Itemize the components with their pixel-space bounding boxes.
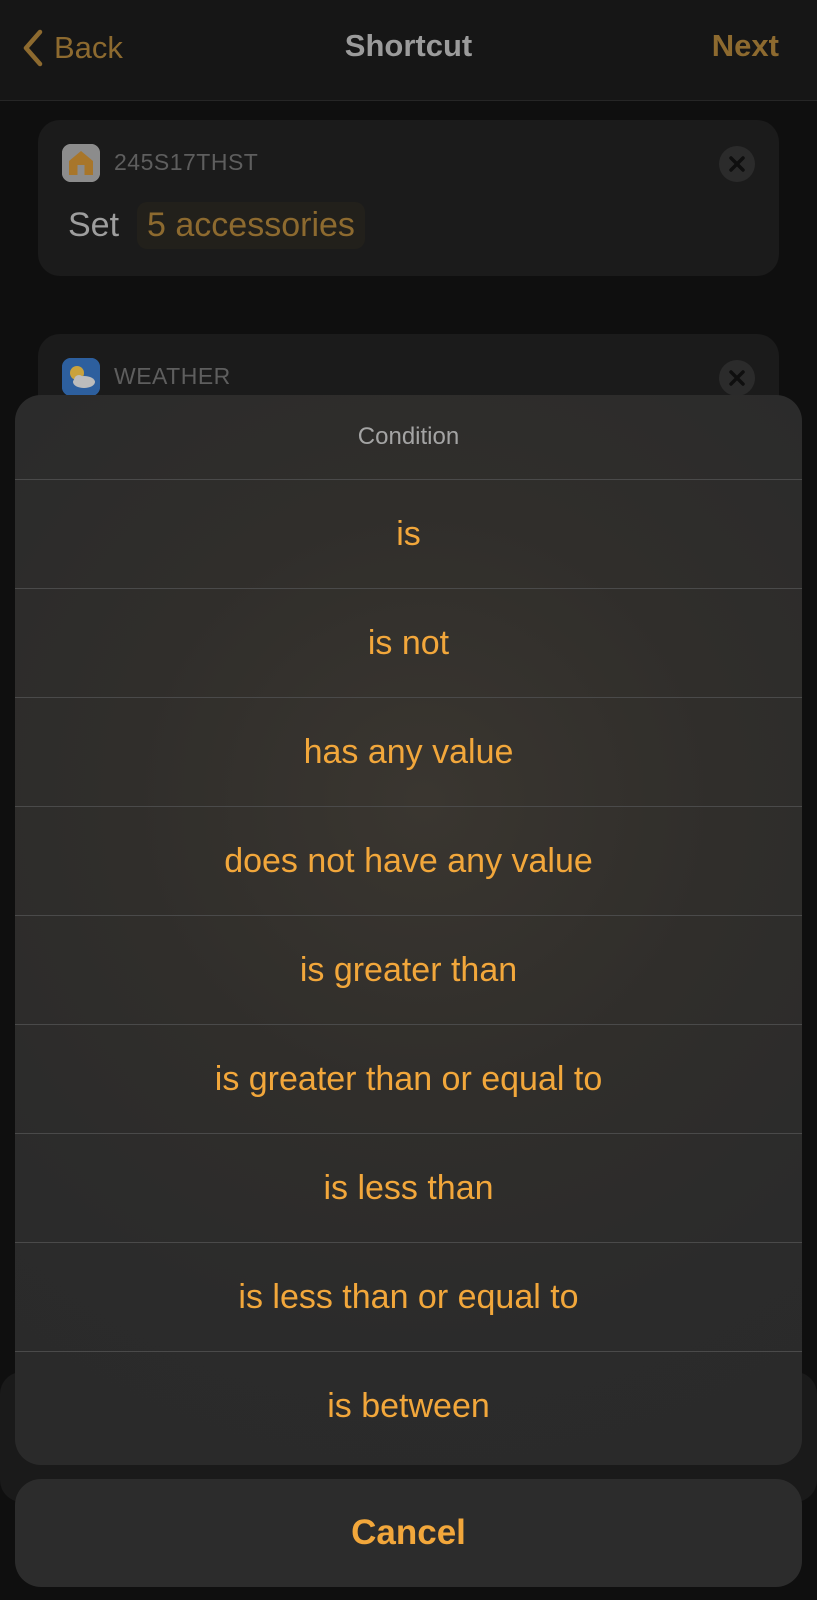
weather-app-icon — [62, 358, 100, 396]
option-is-less-than-or-equal-to[interactable]: is less than or equal to — [15, 1243, 802, 1352]
weather-app-label: WEATHER — [114, 363, 231, 389]
option-label: is between — [327, 1386, 490, 1425]
option-is-less-than[interactable]: is less than — [15, 1134, 802, 1243]
cancel-label: Cancel — [351, 1513, 466, 1552]
set-verb: Set — [68, 206, 120, 244]
next-button[interactable]: Next — [712, 28, 779, 64]
remove-weather-action-button[interactable] — [719, 360, 755, 396]
option-label: is less than or equal to — [238, 1277, 579, 1316]
option-label: has any value — [303, 732, 514, 771]
option-label: is greater than — [299, 950, 518, 989]
option-is-not[interactable]: is not — [15, 589, 802, 698]
set-accessories-row: Set 5 accessories — [68, 202, 365, 249]
close-icon — [719, 360, 755, 396]
option-label: is — [396, 514, 421, 553]
option-label: does not have any value — [224, 841, 593, 880]
remove-home-action-button[interactable] — [719, 146, 755, 182]
cancel-button[interactable]: Cancel — [15, 1479, 802, 1587]
option-label: is greater than or equal to — [214, 1059, 603, 1098]
close-icon — [719, 146, 755, 182]
home-app-label: 245S17THST — [114, 149, 259, 175]
home-app-icon — [62, 144, 100, 182]
option-label: is not — [367, 623, 450, 662]
navigation-bar: Back Shortcut Next — [0, 0, 817, 101]
option-does-not-have-any-value[interactable]: does not have any value — [15, 807, 802, 916]
page-title: Shortcut — [344, 28, 473, 63]
accessories-token[interactable]: 5 accessories — [137, 202, 365, 249]
home-action-card[interactable]: 245S17THST Set 5 accessories — [38, 120, 779, 276]
option-has-any-value[interactable]: has any value — [15, 698, 802, 807]
option-label: is less than — [323, 1168, 494, 1207]
option-is[interactable]: is — [15, 480, 802, 589]
option-is-greater-than-or-equal-to[interactable]: is greater than or equal to — [15, 1025, 802, 1134]
sheet-header: Condition — [15, 395, 802, 480]
option-is-between[interactable]: is between — [15, 1352, 802, 1460]
sheet-title: Condition — [357, 423, 460, 450]
option-is-greater-than[interactable]: is greater than — [15, 916, 802, 1025]
condition-action-sheet: Condition is is not has any value does n… — [15, 395, 802, 1465]
